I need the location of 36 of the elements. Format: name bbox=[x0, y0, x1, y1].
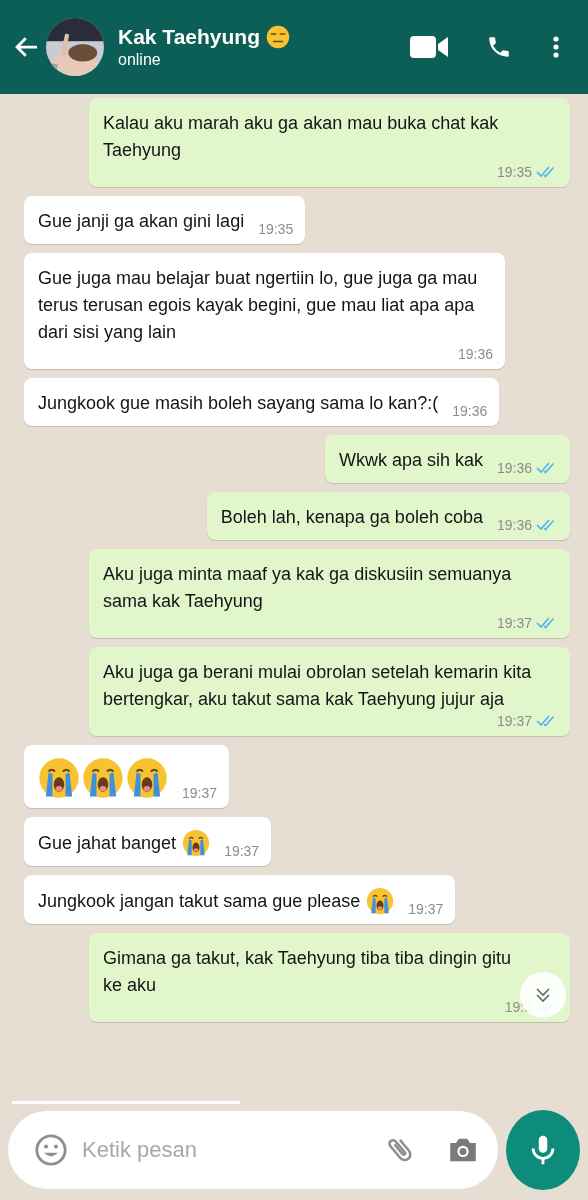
crying-face-icon bbox=[182, 829, 211, 857]
message-text: Aku juga ga berani mulai obrolan setelah kemarin kita bertengkar, aku takut sama kak Taehyung jujur aja bbox=[103, 661, 533, 711]
message-time: 19:35 bbox=[258, 221, 294, 237]
message-time: 19:37 bbox=[496, 713, 532, 729]
video-call-icon[interactable] bbox=[410, 34, 450, 60]
contact-status: online bbox=[118, 51, 162, 69]
smiley-icon[interactable] bbox=[34, 1133, 68, 1167]
message-text: Gimana ga takut, kak Taehyung tiba tiba dingin gitu ke aku bbox=[103, 947, 512, 997]
message-text: Kalau aku marah aku ga akan mau buka chat kak Taehyung bbox=[103, 112, 500, 162]
more-options-icon[interactable] bbox=[552, 34, 560, 60]
message-time: 19:36 bbox=[496, 517, 532, 533]
double-chevron-down-icon bbox=[533, 985, 553, 1005]
message-time: 19:36 bbox=[496, 460, 532, 476]
message-time: 19:35 bbox=[496, 164, 532, 180]
message-time: 19:37 bbox=[408, 901, 444, 917]
crying-face-icon bbox=[38, 757, 80, 799]
message-text: Gue janji ga akan gini lagi bbox=[38, 210, 245, 233]
message-time: 19:37 bbox=[496, 615, 532, 631]
message-text: Gue juga mau belajar buat ngertiin lo, gue juga ga mau terus terusan egois kayak begini, gue mau liat apa apa dari sisi yang lain bbox=[38, 267, 479, 344]
crying-face-icon bbox=[82, 757, 124, 799]
message-text: Jungkook gue masih boleh sayang sama lo kan?:( bbox=[38, 392, 439, 415]
message-time: 19:3 bbox=[504, 999, 532, 1015]
message-time: 19:37 bbox=[182, 785, 218, 801]
message-text: Aku juga minta maaf ya kak ga diskusiin semuanya sama kak Taehyung bbox=[103, 563, 513, 613]
message-input-field[interactable]: Ketik pesan bbox=[80, 1136, 372, 1164]
message-text: Jungkook jangan takut sama gue please bbox=[38, 889, 361, 913]
message-text: Gue jahat banget bbox=[38, 831, 177, 855]
contact-name: Kak Taehyung bbox=[118, 25, 260, 49]
message-time: 19:36 bbox=[452, 403, 488, 419]
message-time: 19:37 bbox=[224, 843, 260, 859]
message-text: Boleh lah, kenapa ga boleh coba bbox=[220, 506, 483, 529]
crying-face-icon bbox=[366, 887, 395, 915]
crying-face-icon bbox=[126, 757, 168, 799]
message-time: 19:36 bbox=[457, 346, 493, 362]
message-text: Wkwk apa sih kak bbox=[338, 449, 483, 472]
expressionless-face-icon bbox=[266, 25, 290, 49]
